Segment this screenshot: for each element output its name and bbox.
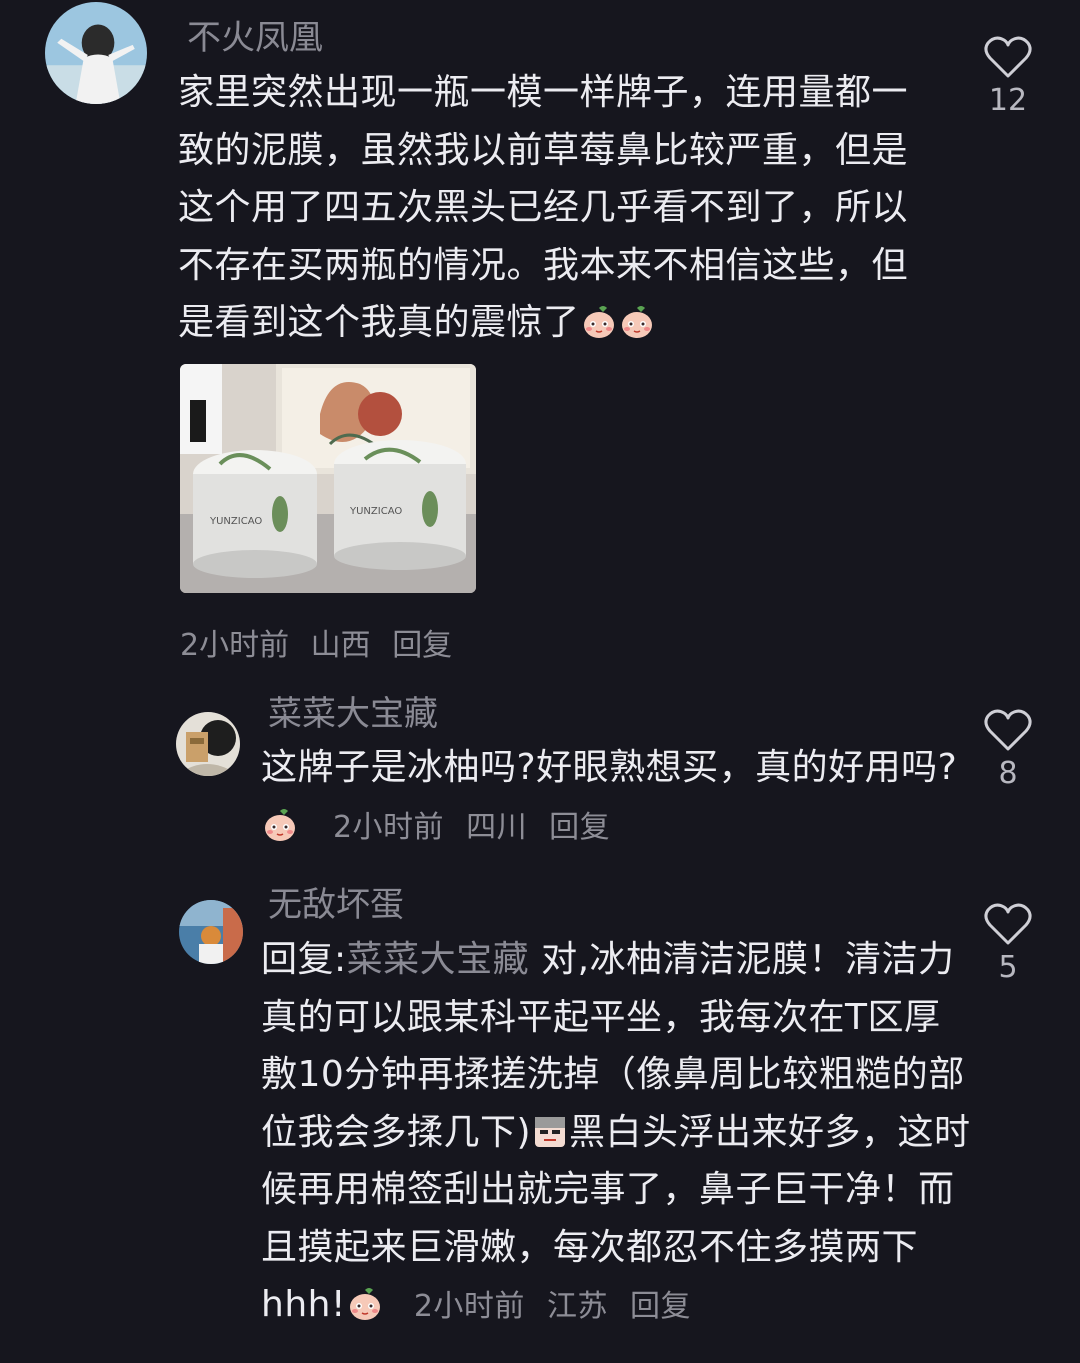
like-button[interactable]: 8 (973, 707, 1043, 791)
comment-location: 江苏 (546, 1289, 608, 1324)
blush-face-emoji-icon (347, 1286, 383, 1322)
sly-face-emoji-icon (532, 1114, 568, 1150)
comment-location: 四川 (466, 809, 528, 845)
comment-text: 回复:菜菜大宝藏 对,冰柚清洁泥膜！清洁力真的可以跟某科平起平坐，我每次在T区厚… (261, 931, 973, 1336)
like-count: 12 (988, 83, 1028, 118)
avatar[interactable] (179, 900, 243, 964)
comment-location: 山西 (310, 628, 371, 663)
comment-author[interactable]: 不火凤凰 (187, 18, 323, 58)
like-count: 8 (998, 756, 1018, 791)
reply-button[interactable]: 回复 (549, 810, 610, 845)
comment-text: 这牌子是冰柚吗?好眼熟想买，真的好用吗? 2小时前 四川 回复 (261, 739, 961, 856)
comment-photo[interactable]: YUNZICAO YUNZICAO (180, 364, 476, 593)
heart-icon (984, 36, 1032, 78)
blush-face-emoji-icon (619, 304, 655, 340)
comment-time: 2小时前 (332, 809, 445, 845)
comment-author[interactable]: 无敌坏蛋 (268, 885, 404, 925)
like-count: 5 (998, 950, 1018, 985)
jar-brand-label: YUNZICAO (209, 516, 262, 527)
comment-meta: 2小时前 四川 回复 (333, 810, 610, 845)
avatar[interactable] (45, 2, 147, 104)
jar-brand-label: YUNZICAO (349, 506, 402, 517)
blush-face-emoji-icon (581, 304, 617, 340)
like-button[interactable]: 12 (973, 34, 1043, 118)
reply-button[interactable]: 回复 (630, 1289, 691, 1324)
comment-time: 2小时前 (180, 628, 290, 663)
reply-button[interactable]: 回复 (392, 628, 452, 663)
avatar[interactable] (176, 712, 240, 776)
comment-body: 这牌子是冰柚吗?好眼熟想买，真的好用吗? (261, 747, 958, 788)
like-button[interactable]: 5 (973, 901, 1043, 985)
comment-time: 2小时前 (413, 1289, 525, 1324)
reply-target-link[interactable]: 菜菜大宝藏 (347, 939, 530, 980)
comment-text: 家里突然出现一瓶一模一样牌子，连用量都一致的泥膜，虽然我以前草莓鼻比较严重，但是… (178, 64, 938, 352)
comment-meta: 2小时前 山西 回复 (180, 620, 452, 664)
heart-icon (984, 903, 1032, 945)
comment-author[interactable]: 菜菜大宝藏 (268, 694, 438, 734)
reply-prefix: 回复: (261, 939, 347, 980)
blush-face-emoji-icon (262, 807, 298, 843)
heart-icon (984, 709, 1032, 751)
comment-meta: 2小时前 江苏 回复 (414, 1289, 691, 1324)
comment-body: 家里突然出现一瓶一模一样牌子，连用量都一致的泥膜，虽然我以前草莓鼻比较严重，但是… (178, 72, 909, 343)
